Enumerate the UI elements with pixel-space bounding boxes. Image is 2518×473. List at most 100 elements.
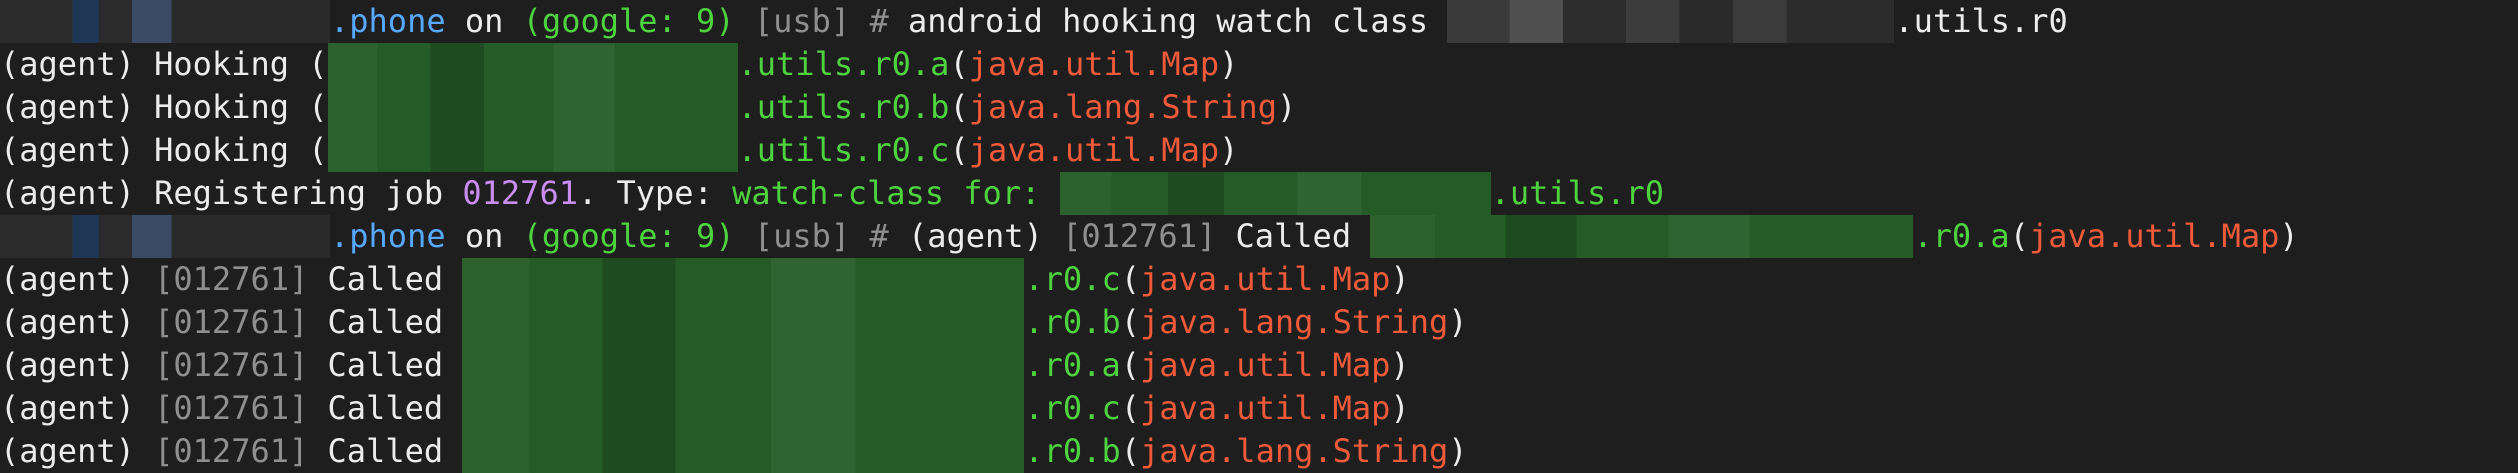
called-arg-type: java.util.Map <box>1139 260 1391 298</box>
called-job: [012761] <box>154 303 309 341</box>
called-job: [012761] <box>154 432 309 470</box>
called-agent: (agent) <box>0 346 155 384</box>
called-method: .r0.c <box>1024 389 1121 427</box>
called-job: [012761] <box>154 389 309 427</box>
called-method: .r0.a <box>1024 346 1121 384</box>
called-agent: (agent) <box>0 432 155 470</box>
called-lparen: ( <box>1120 389 1140 427</box>
called-word: Called <box>308 389 463 427</box>
called-rparen: ) <box>1390 260 1410 298</box>
hook-open: ( <box>308 131 328 169</box>
register-class-suffix: .utils.r0 <box>1490 174 1664 212</box>
terminal-line-called: (agent) [012761] Called .r0.c(java.util.… <box>0 258 1410 301</box>
prompt-hash: # <box>850 217 908 255</box>
hook-method: .utils.r0.c <box>737 131 950 169</box>
called-word: Called <box>308 432 463 470</box>
called-agent: (agent) <box>0 389 155 427</box>
prompt-device: (google: 9) <box>522 2 735 40</box>
terminal-window[interactable]: .phone on (google: 9) [usb] # android ho… <box>0 0 2518 473</box>
called-arg-type: java.lang.String <box>1139 303 1449 341</box>
register-type: watch-class for: <box>732 174 1060 212</box>
hook-arg-type: java.lang.String <box>968 88 1277 126</box>
called-rparen: ) <box>1390 389 1410 427</box>
command-text: android hooking watch class <box>907 2 1448 40</box>
called-lparen: ( <box>2009 217 2029 255</box>
prompt-transport: [usb] <box>734 217 851 255</box>
hook-lparen: ( <box>949 88 969 126</box>
called-lparen: ( <box>1120 303 1140 341</box>
redacted-package <box>1447 0 1895 43</box>
register-prefix: (agent) Registering job <box>0 174 463 212</box>
hook-rparen: ) <box>1219 131 1239 169</box>
terminal-line-hook: (agent) Hooking (.utils.r0.a(java.util.M… <box>0 43 1238 86</box>
hook-method: .utils.r0.a <box>737 45 950 83</box>
called-method: .r0.c <box>1024 260 1121 298</box>
called-word: Called <box>308 260 463 298</box>
redacted-package <box>1370 215 1914 258</box>
called-method: .r0.b <box>1024 432 1121 470</box>
terminal-line-hook: (agent) Hooking (.utils.r0.b(java.lang.S… <box>0 86 1296 129</box>
called-word: Called <box>308 303 463 341</box>
called-rparen: ) <box>1448 432 1468 470</box>
hook-prefix: (agent) Hooking <box>0 131 309 169</box>
prompt-on: on <box>445 217 523 255</box>
called-job: [012761] <box>154 346 309 384</box>
called-arg-type: java.util.Map <box>1139 389 1391 427</box>
terminal-line-called: (agent) [012761] Called .r0.a(java.util.… <box>0 344 1410 387</box>
called-rparen: ) <box>1390 346 1410 384</box>
hook-rparen: ) <box>1276 88 1297 126</box>
redacted-package <box>1059 172 1491 215</box>
called-rparen: ) <box>2279 217 2299 255</box>
hook-lparen: ( <box>949 131 969 169</box>
called-method: .r0.b <box>1024 303 1121 341</box>
called-agent: (agent) <box>0 260 155 298</box>
terminal-line-register: (agent) Registering job 012761. Type: wa… <box>0 172 1664 215</box>
called-job: [012761] <box>154 260 309 298</box>
redacted-hostname <box>0 215 330 258</box>
called-rparen: ) <box>1448 303 1468 341</box>
called-word: Called <box>308 346 463 384</box>
hook-arg-type: java.util.Map <box>968 45 1220 83</box>
hook-open: ( <box>308 88 328 126</box>
terminal-line-command: .phone on (google: 9) [usb] # android ho… <box>0 0 2068 43</box>
redacted-package <box>462 387 1025 430</box>
redacted-package <box>462 430 1025 473</box>
redacted-package <box>327 43 738 86</box>
terminal-line-called: (agent) [012761] Called .r0.c(java.util.… <box>0 387 1410 430</box>
called-word: Called <box>1216 217 1371 255</box>
called-agent: (agent) <box>907 217 1063 255</box>
job-id: 012761 <box>462 174 578 212</box>
called-arg-type: java.util.Map <box>1139 346 1391 384</box>
prompt-host-suffix: .phone <box>330 2 446 40</box>
redacted-package <box>462 258 1025 301</box>
terminal-line-prompt-called: .phone on (google: 9) [usb] # (agent) [0… <box>0 215 2299 258</box>
prompt-hash: # <box>850 2 908 40</box>
hook-rparen: ) <box>1219 45 1239 83</box>
hook-prefix: (agent) Hooking <box>0 45 309 83</box>
called-job: [012761] <box>1062 217 1217 255</box>
prompt-transport: [usb] <box>734 2 851 40</box>
hook-prefix: (agent) Hooking <box>0 88 309 126</box>
command-class-suffix: .utils.r0 <box>1894 2 2068 40</box>
redacted-package <box>327 129 738 172</box>
terminal-line-hook: (agent) Hooking (.utils.r0.c(java.util.M… <box>0 129 1238 172</box>
redacted-package <box>462 344 1025 387</box>
called-arg-type: java.lang.String <box>1139 432 1449 470</box>
redacted-hostname <box>0 0 330 43</box>
terminal-line-called: (agent) [012761] Called .r0.b(java.lang.… <box>0 301 1467 344</box>
prompt-host-suffix: .phone <box>330 217 446 255</box>
called-agent: (agent) <box>0 303 155 341</box>
terminal-line-called: (agent) [012761] Called .r0.b(java.lang.… <box>0 430 1467 473</box>
called-lparen: ( <box>1120 432 1140 470</box>
prompt-on: on <box>445 2 523 40</box>
redacted-package <box>462 301 1025 344</box>
called-lparen: ( <box>1120 346 1140 384</box>
called-arg-type: java.util.Map <box>2028 217 2280 255</box>
prompt-device: (google: 9) <box>522 217 735 255</box>
hook-lparen: ( <box>949 45 969 83</box>
hook-method: .utils.r0.b <box>737 88 950 126</box>
hook-open: ( <box>308 45 328 83</box>
register-type-label: . Type: <box>577 174 733 212</box>
called-lparen: ( <box>1120 260 1140 298</box>
called-method: .r0.a <box>1913 217 2010 255</box>
